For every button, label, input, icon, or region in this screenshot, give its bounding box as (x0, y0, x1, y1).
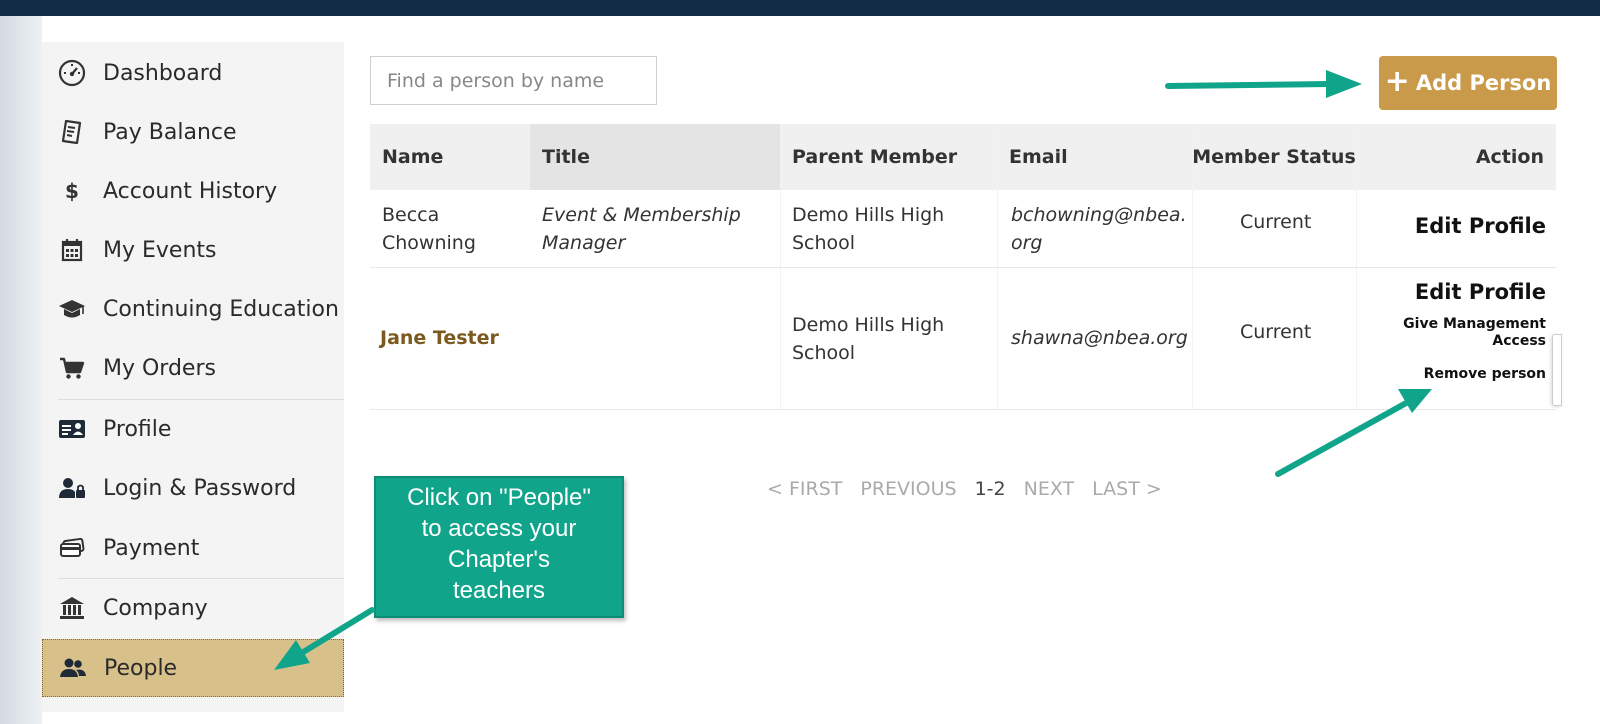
cell-title: Event & Membership Manager (542, 204, 741, 254)
sidebar-item-label: Profile (103, 416, 172, 442)
credit-card-icon (54, 534, 90, 562)
sidebar-item-label: My Orders (103, 355, 216, 381)
sidebar-item-people[interactable]: People (42, 639, 344, 697)
cell-parent-member: Demo Hills High School (792, 204, 945, 254)
sidebar-item-label: My Events (103, 237, 217, 263)
cell-member-status: Current (1240, 211, 1312, 233)
background-edge (0, 16, 42, 724)
edit-profile-link[interactable]: Edit Profile (1415, 214, 1546, 238)
add-person-label: Add Person (1415, 71, 1552, 95)
sidebar-item-label: Login & Password (103, 475, 297, 501)
graduation-cap-icon (54, 295, 90, 323)
sidebar-item-payment[interactable]: Payment (42, 519, 344, 577)
row-divider (370, 409, 1556, 410)
cell-name-link[interactable]: Jane Tester (380, 324, 499, 352)
sidebar-item-label: People (104, 655, 178, 681)
sidebar-item-my-events[interactable]: My Events (42, 221, 344, 279)
cell-email: bchowning@nbea. org (1011, 204, 1187, 254)
table-header: Name Title Parent Member Email Member St… (370, 124, 1556, 190)
sidebar-item-account-history[interactable]: $ Account History (42, 162, 344, 220)
sidebar-item-label: Company (103, 595, 208, 621)
sidebar-item-label: Payment (103, 535, 200, 561)
user-lock-icon (54, 474, 90, 502)
sidebar-item-label: Dashboard (103, 60, 223, 86)
sidebar-item-company[interactable]: Company (42, 579, 344, 637)
sidebar-item-label: Account History (103, 178, 278, 204)
sidebar-item-my-orders[interactable]: My Orders (42, 339, 344, 397)
dashboard-icon (54, 59, 90, 87)
edit-profile-link[interactable]: Edit Profile (1415, 280, 1546, 304)
plus-icon: + (1384, 63, 1410, 99)
header-email[interactable]: Email (997, 124, 1192, 190)
side-tab-handle[interactable] (1552, 334, 1562, 406)
pager-current: 1-2 (974, 478, 1006, 500)
header-parent-member[interactable]: Parent Member (780, 124, 997, 190)
give-management-access-link[interactable]: Give Management Access (1403, 316, 1546, 350)
cell-member-status: Current (1240, 321, 1312, 343)
add-person-button[interactable]: + Add Person (1379, 56, 1557, 110)
sidebar-item-login-password[interactable]: Login & Password (42, 459, 344, 517)
bank-icon (54, 594, 90, 622)
pager-last[interactable]: LAST > (1092, 478, 1162, 500)
cell-name: Becca Chowning (382, 204, 476, 254)
pager-first[interactable]: < FIRST (767, 478, 842, 500)
search-input[interactable] (370, 56, 657, 105)
pager-next[interactable]: NEXT (1024, 478, 1075, 500)
dollar-icon: $ (54, 177, 90, 205)
header-action: Action (1475, 146, 1544, 168)
header-title[interactable]: Title (530, 124, 780, 190)
receipt-icon (54, 118, 90, 146)
sidebar-item-pay-balance[interactable]: Pay Balance (42, 103, 344, 161)
sidebar-item-label: Pay Balance (103, 119, 237, 145)
sidebar-item-dashboard[interactable]: Dashboard (42, 44, 344, 102)
calendar-icon (54, 236, 90, 264)
row-divider (370, 267, 1556, 268)
cell-email: shawna@nbea.org (1011, 327, 1188, 349)
sidebar-item-label: Continuing Education (103, 296, 339, 322)
pagination: < FIRST PREVIOUS 1-2 NEXT LAST > (767, 478, 1162, 500)
cart-icon (54, 354, 90, 382)
people-icon (55, 654, 91, 682)
header-member-status[interactable]: Member Status (1192, 124, 1356, 190)
remove-person-link[interactable]: Remove person (1424, 366, 1546, 382)
header-name[interactable]: Name (370, 124, 530, 190)
sidebar: Dashboard Pay Balance $ Account History … (42, 42, 344, 712)
id-card-icon (54, 415, 90, 443)
top-bar (0, 0, 1600, 16)
sidebar-item-continuing-education[interactable]: Continuing Education (42, 280, 344, 338)
pager-previous[interactable]: PREVIOUS (860, 478, 956, 500)
cell-parent-member: Demo Hills High School (792, 314, 945, 364)
instruction-callout: Click on "People" to access your Chapter… (374, 476, 624, 618)
svg-text:$: $ (65, 179, 79, 203)
sidebar-item-profile[interactable]: Profile (42, 400, 344, 458)
